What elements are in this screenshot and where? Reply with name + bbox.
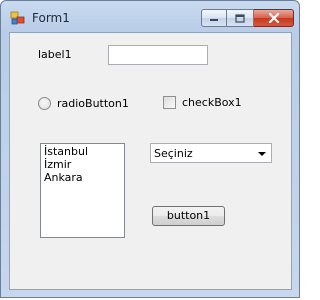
list-item[interactable]: Ankara	[44, 171, 121, 184]
combobox-selected: Seçiniz	[154, 147, 193, 160]
radio-button-label[interactable]: radioButton1	[57, 97, 129, 110]
window-title: Form1	[32, 11, 70, 25]
form-client-area: label1 radioButton1 checkBox1 İstanbul İ…	[9, 32, 292, 290]
checkbox-label[interactable]: checkBox1	[182, 96, 242, 109]
radio-button-circle[interactable]	[38, 97, 51, 110]
maximize-button[interactable]	[227, 9, 254, 27]
button1[interactable]: button1	[152, 206, 225, 226]
checkbox-box[interactable]	[163, 96, 176, 109]
title-bar[interactable]: Form1	[1, 1, 299, 33]
combobox1[interactable]: Seçiniz	[150, 143, 272, 163]
listbox1[interactable]: İstanbul İzmir Ankara	[40, 143, 125, 238]
minimize-button[interactable]	[201, 9, 227, 27]
form1-window: Form1 label1 radioButton1 checkBox1 İsta…	[0, 0, 300, 298]
list-item[interactable]: İzmir	[44, 158, 121, 171]
close-button[interactable]	[254, 9, 294, 27]
maximize-icon	[235, 13, 245, 23]
textbox1[interactable]	[108, 45, 208, 65]
close-icon	[268, 13, 279, 23]
app-icon	[10, 11, 25, 25]
minimize-icon	[210, 19, 218, 21]
list-item[interactable]: İstanbul	[44, 145, 121, 158]
chevron-down-icon[interactable]	[258, 152, 266, 156]
label1: label1	[38, 48, 72, 61]
